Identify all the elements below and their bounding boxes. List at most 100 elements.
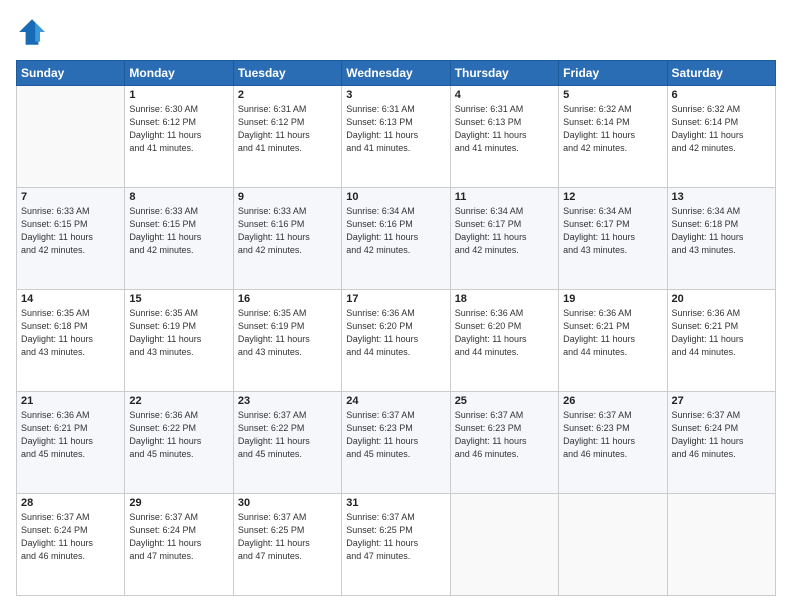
calendar-cell <box>559 494 667 596</box>
calendar-week-row: 28 Sunrise: 6:37 AM Sunset: 6:24 PM Dayli… <box>17 494 776 596</box>
logo <box>16 16 52 48</box>
day-number: 2 <box>238 89 337 101</box>
day-number: 25 <box>455 395 554 407</box>
day-info: Sunrise: 6:32 AM Sunset: 6:14 PM Dayligh… <box>672 103 771 155</box>
calendar-week-row: 21 Sunrise: 6:36 AM Sunset: 6:21 PM Dayli… <box>17 392 776 494</box>
day-number: 13 <box>672 191 771 203</box>
calendar-cell: 10Sunrise: 6:34 AM Sunset: 6:16 PM Dayli… <box>342 188 450 290</box>
day-info: Sunrise: 6:31 AM Sunset: 6:13 PM Dayligh… <box>346 103 445 155</box>
day-number: 12 <box>563 191 662 203</box>
calendar-cell: 15 Sunrise: 6:35 AM Sunset: 6:19 PM Dayli… <box>125 290 233 392</box>
day-number: 3 <box>346 89 445 101</box>
day-info: Sunrise: 6:36 AM Sunset: 6:20 PM Dayligh… <box>346 307 445 359</box>
day-info: Sunrise: 6:37 AM Sunset: 6:24 PM Dayligh… <box>21 511 120 563</box>
day-info: Sunrise: 6:35 AM Sunset: 6:19 PM Dayligh… <box>129 307 228 359</box>
calendar-cell: 11 Sunrise: 6:34 AM Sunset: 6:17 PM Dayli… <box>450 188 558 290</box>
day-info: Sunrise: 6:32 AM Sunset: 6:14 PM Dayligh… <box>563 103 662 155</box>
day-info: Sunrise: 6:33 AM Sunset: 6:15 PM Dayligh… <box>129 205 228 257</box>
calendar-cell: 25Sunrise: 6:37 AM Sunset: 6:23 PM Dayli… <box>450 392 558 494</box>
calendar-cell: 7 Sunrise: 6:33 AM Sunset: 6:15 PM Daylig… <box>17 188 125 290</box>
calendar-week-row: 1 Sunrise: 6:30 AM Sunset: 6:12 PM Daylig… <box>17 86 776 188</box>
calendar-cell: 21 Sunrise: 6:36 AM Sunset: 6:21 PM Dayli… <box>17 392 125 494</box>
calendar-cell: 8 Sunrise: 6:33 AM Sunset: 6:15 PM Daylig… <box>125 188 233 290</box>
day-number: 4 <box>455 89 554 101</box>
weekday-header: Monday <box>125 61 233 86</box>
day-info: Sunrise: 6:33 AM Sunset: 6:15 PM Dayligh… <box>21 205 120 257</box>
day-info: Sunrise: 6:36 AM Sunset: 6:21 PM Dayligh… <box>563 307 662 359</box>
calendar-cell: 1 Sunrise: 6:30 AM Sunset: 6:12 PM Daylig… <box>125 86 233 188</box>
day-number: 16 <box>238 293 337 305</box>
calendar-cell: 29Sunrise: 6:37 AM Sunset: 6:24 PM Dayli… <box>125 494 233 596</box>
day-number: 11 <box>455 191 554 203</box>
day-number: 26 <box>563 395 662 407</box>
day-number: 28 <box>21 497 120 509</box>
day-info: Sunrise: 6:37 AM Sunset: 6:25 PM Dayligh… <box>346 511 445 563</box>
day-number: 20 <box>672 293 771 305</box>
weekday-header: Tuesday <box>233 61 341 86</box>
day-number: 27 <box>672 395 771 407</box>
calendar-header-row: SundayMondayTuesdayWednesdayThursdayFrid… <box>17 61 776 86</box>
calendar-cell: 23 Sunrise: 6:37 AM Sunset: 6:22 PM Dayli… <box>233 392 341 494</box>
day-number: 19 <box>563 293 662 305</box>
day-info: Sunrise: 6:35 AM Sunset: 6:19 PM Dayligh… <box>238 307 337 359</box>
calendar-cell: 24Sunrise: 6:37 AM Sunset: 6:23 PM Dayli… <box>342 392 450 494</box>
calendar-cell: 12 Sunrise: 6:34 AM Sunset: 6:17 PM Dayli… <box>559 188 667 290</box>
calendar-cell: 13 Sunrise: 6:34 AM Sunset: 6:18 PM Dayli… <box>667 188 775 290</box>
day-info: Sunrise: 6:36 AM Sunset: 6:21 PM Dayligh… <box>21 409 120 461</box>
calendar-cell: 31Sunrise: 6:37 AM Sunset: 6:25 PM Dayli… <box>342 494 450 596</box>
calendar-cell <box>667 494 775 596</box>
day-number: 24 <box>346 395 445 407</box>
logo-icon <box>16 16 48 48</box>
day-info: Sunrise: 6:31 AM Sunset: 6:12 PM Dayligh… <box>238 103 337 155</box>
day-info: Sunrise: 6:37 AM Sunset: 6:23 PM Dayligh… <box>563 409 662 461</box>
calendar-week-row: 7 Sunrise: 6:33 AM Sunset: 6:15 PM Daylig… <box>17 188 776 290</box>
calendar-cell: 5 Sunrise: 6:32 AM Sunset: 6:14 PM Daylig… <box>559 86 667 188</box>
day-info: Sunrise: 6:34 AM Sunset: 6:17 PM Dayligh… <box>455 205 554 257</box>
day-number: 21 <box>21 395 120 407</box>
day-number: 5 <box>563 89 662 101</box>
calendar-cell: 4Sunrise: 6:31 AM Sunset: 6:13 PM Daylig… <box>450 86 558 188</box>
calendar-cell: 26 Sunrise: 6:37 AM Sunset: 6:23 PM Dayli… <box>559 392 667 494</box>
calendar-cell: 14 Sunrise: 6:35 AM Sunset: 6:18 PM Dayli… <box>17 290 125 392</box>
weekday-header: Saturday <box>667 61 775 86</box>
day-info: Sunrise: 6:30 AM Sunset: 6:12 PM Dayligh… <box>129 103 228 155</box>
day-number: 18 <box>455 293 554 305</box>
day-info: Sunrise: 6:34 AM Sunset: 6:16 PM Dayligh… <box>346 205 445 257</box>
day-number: 1 <box>129 89 228 101</box>
day-number: 23 <box>238 395 337 407</box>
page: SundayMondayTuesdayWednesdayThursdayFrid… <box>0 0 792 612</box>
calendar-cell: 20 Sunrise: 6:36 AM Sunset: 6:21 PM Dayli… <box>667 290 775 392</box>
day-number: 7 <box>21 191 120 203</box>
day-number: 14 <box>21 293 120 305</box>
calendar-cell: 30 Sunrise: 6:37 AM Sunset: 6:25 PM Dayli… <box>233 494 341 596</box>
day-info: Sunrise: 6:36 AM Sunset: 6:21 PM Dayligh… <box>672 307 771 359</box>
day-info: Sunrise: 6:34 AM Sunset: 6:18 PM Dayligh… <box>672 205 771 257</box>
day-info: Sunrise: 6:33 AM Sunset: 6:16 PM Dayligh… <box>238 205 337 257</box>
calendar-table: SundayMondayTuesdayWednesdayThursdayFrid… <box>16 60 776 596</box>
calendar-cell: 6Sunrise: 6:32 AM Sunset: 6:14 PM Daylig… <box>667 86 775 188</box>
day-number: 22 <box>129 395 228 407</box>
calendar-cell <box>17 86 125 188</box>
day-number: 9 <box>238 191 337 203</box>
calendar-cell: 18 Sunrise: 6:36 AM Sunset: 6:20 PM Dayli… <box>450 290 558 392</box>
day-info: Sunrise: 6:36 AM Sunset: 6:22 PM Dayligh… <box>129 409 228 461</box>
day-info: Sunrise: 6:35 AM Sunset: 6:18 PM Dayligh… <box>21 307 120 359</box>
day-number: 30 <box>238 497 337 509</box>
day-info: Sunrise: 6:36 AM Sunset: 6:20 PM Dayligh… <box>455 307 554 359</box>
day-info: Sunrise: 6:37 AM Sunset: 6:24 PM Dayligh… <box>672 409 771 461</box>
day-number: 17 <box>346 293 445 305</box>
day-info: Sunrise: 6:37 AM Sunset: 6:22 PM Dayligh… <box>238 409 337 461</box>
calendar-cell: 28 Sunrise: 6:37 AM Sunset: 6:24 PM Dayli… <box>17 494 125 596</box>
calendar-week-row: 14 Sunrise: 6:35 AM Sunset: 6:18 PM Dayli… <box>17 290 776 392</box>
weekday-header: Sunday <box>17 61 125 86</box>
calendar-cell: 17 Sunrise: 6:36 AM Sunset: 6:20 PM Dayli… <box>342 290 450 392</box>
weekday-header: Friday <box>559 61 667 86</box>
day-number: 15 <box>129 293 228 305</box>
calendar-cell: 3 Sunrise: 6:31 AM Sunset: 6:13 PM Daylig… <box>342 86 450 188</box>
calendar-cell <box>450 494 558 596</box>
day-info: Sunrise: 6:37 AM Sunset: 6:25 PM Dayligh… <box>238 511 337 563</box>
day-number: 8 <box>129 191 228 203</box>
weekday-header: Wednesday <box>342 61 450 86</box>
day-info: Sunrise: 6:34 AM Sunset: 6:17 PM Dayligh… <box>563 205 662 257</box>
calendar-cell: 22 Sunrise: 6:36 AM Sunset: 6:22 PM Dayli… <box>125 392 233 494</box>
